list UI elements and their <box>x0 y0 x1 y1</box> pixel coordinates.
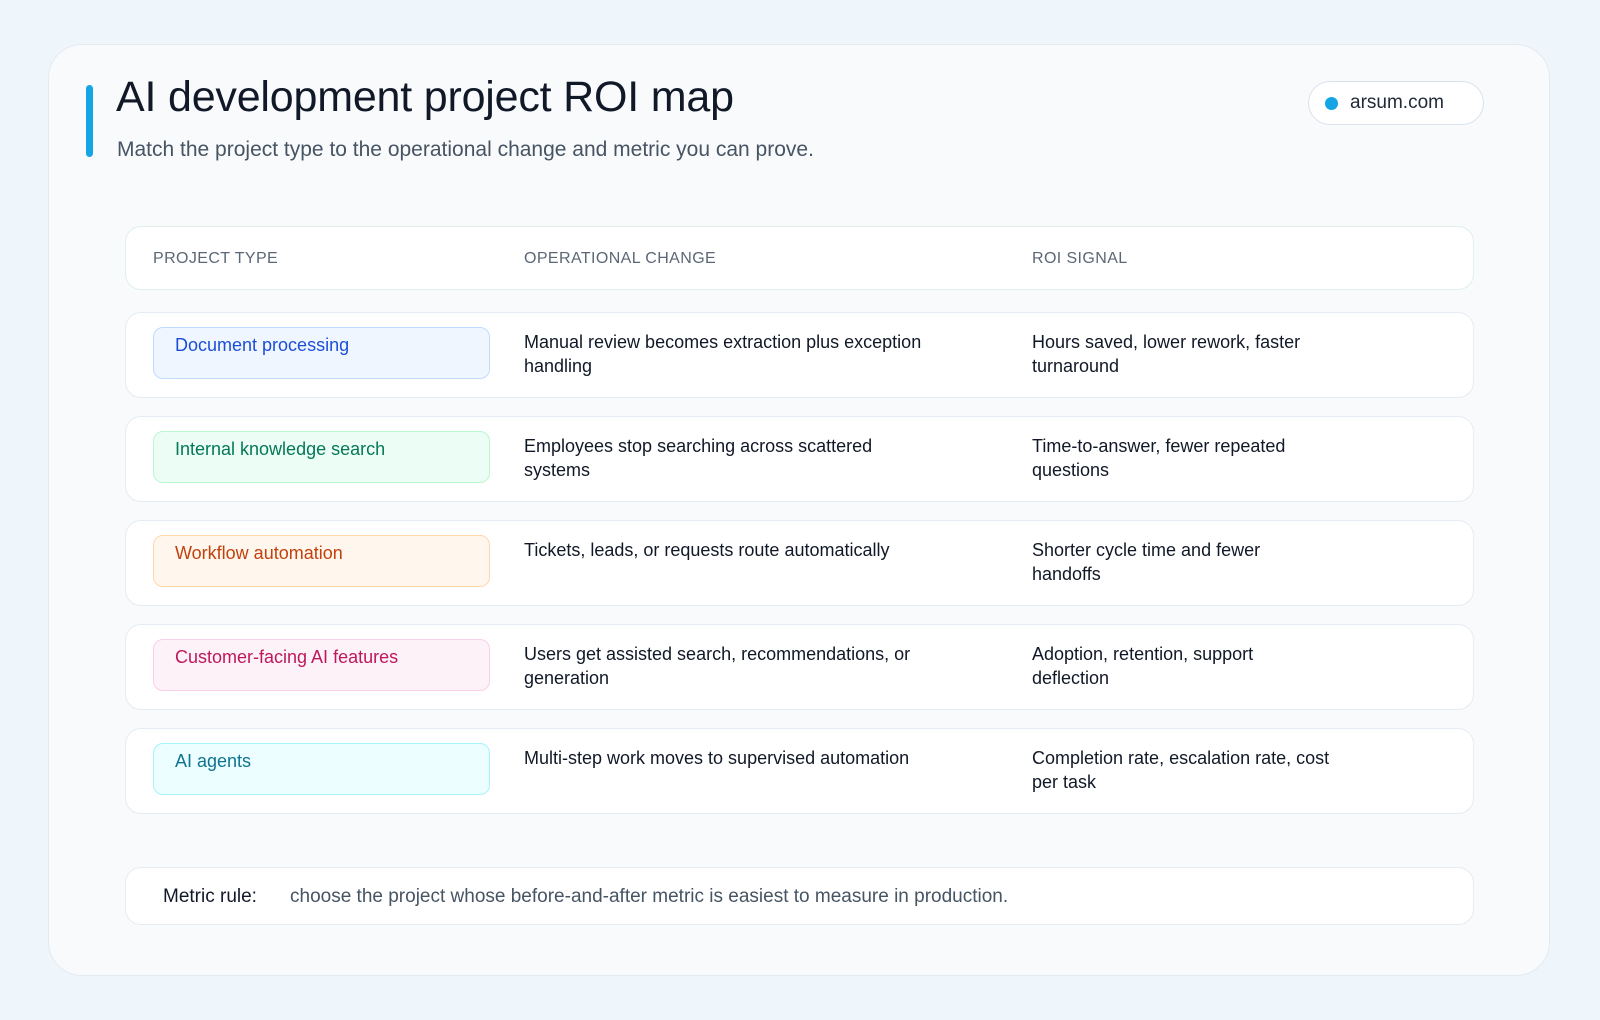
operational-change-cell: Manual review becomes extraction plus ex… <box>524 332 922 376</box>
roi-signal-cell: Shorter cycle time and fewer handoffs <box>1032 540 1261 584</box>
project-type-pill: Customer-facing AI features <box>153 639 490 691</box>
title-accent-bar <box>86 85 93 157</box>
page-subtitle: Match the project type to the operationa… <box>117 138 814 161</box>
table-row: Internal knowledge search Employees stop… <box>125 416 1474 502</box>
operational-change-cell: Users get assisted search, recommendatio… <box>524 644 911 688</box>
roi-signal-cell: Completion rate, escalation rate, cost p… <box>1032 748 1330 792</box>
table-row: Customer-facing AI features Users get as… <box>125 624 1474 710</box>
page-title: AI development project ROI map <box>116 73 734 121</box>
table-row: Document processing Manual review become… <box>125 312 1474 398</box>
table-header: PROJECT TYPE OPERATIONAL CHANGE ROI SIGN… <box>125 226 1474 290</box>
column-header-operational-change: OPERATIONAL CHANGE <box>524 250 717 267</box>
operational-change-cell: Multi-step work moves to supervised auto… <box>524 748 910 768</box>
roi-signal-cell: Time-to-answer, fewer repeated questions <box>1032 436 1286 480</box>
project-type-pill: AI agents <box>153 743 490 795</box>
roi-signal-cell: Adoption, retention, support deflection <box>1032 644 1254 688</box>
metric-rule-text: choose the project whose before-and-afte… <box>290 886 1009 907</box>
table-row: Workflow automation Tickets, leads, or r… <box>125 520 1474 606</box>
operational-change-cell: Tickets, leads, or requests route automa… <box>524 540 890 560</box>
operational-change-cell: Employees stop searching across scattere… <box>524 436 873 480</box>
roi-signal-cell: Hours saved, lower rework, faster turnar… <box>1032 332 1301 376</box>
metric-rule-label: Metric rule: <box>163 886 257 907</box>
project-type-pill: Document processing <box>153 327 490 379</box>
column-header-roi-signal: ROI SIGNAL <box>1032 250 1128 267</box>
table-row: AI agents Multi-step work moves to super… <box>125 728 1474 814</box>
dot-icon <box>1325 96 1338 110</box>
site-label: arsum.com <box>1350 92 1444 113</box>
site-chip[interactable]: arsum.com <box>1308 81 1484 125</box>
roi-map-card: AI development project ROI map Match the… <box>48 44 1550 976</box>
project-type-pill: Workflow automation <box>153 535 490 587</box>
metric-rule-note: Metric rule: choose the project whose be… <box>125 867 1474 925</box>
column-header-project-type: PROJECT TYPE <box>153 250 279 267</box>
project-type-pill: Internal knowledge search <box>153 431 490 483</box>
